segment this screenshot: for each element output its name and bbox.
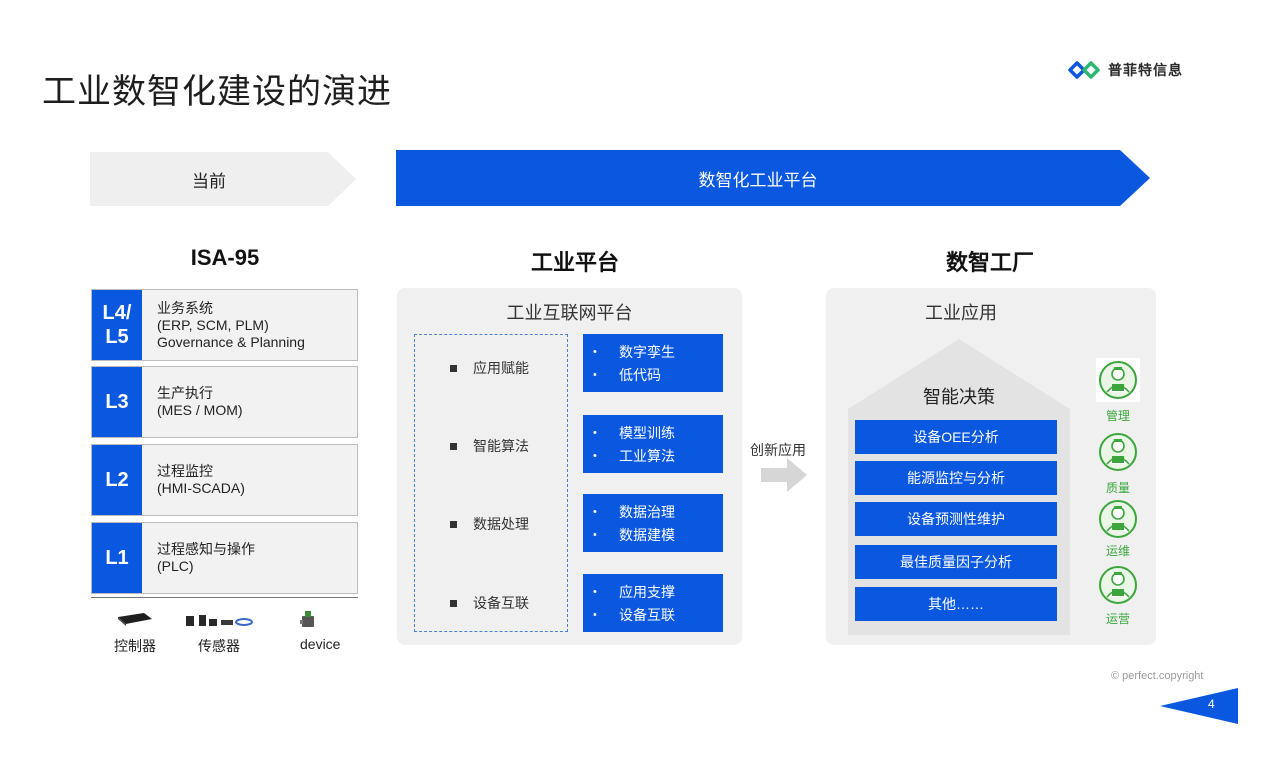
layer-level: L4/ L5: [92, 290, 142, 360]
controller-label: 控制器: [114, 638, 156, 654]
bullet: •: [593, 368, 597, 381]
capability-name: 设备互联: [473, 595, 529, 611]
page-title: 工业数智化建设的演进: [42, 73, 392, 111]
bullet: •: [593, 426, 597, 439]
right-arrow-icon: [761, 458, 807, 492]
isa95-title: ISA-95: [190, 245, 260, 270]
capability-item: 数据处理: [450, 514, 529, 534]
industrial-internet-panel-title: 工业互联网平台: [506, 303, 633, 323]
layer-description: 过程监控 (HMI-SCADA): [157, 445, 245, 515]
isa-layer-l4l5: L4/ L5 业务系统 (ERP, SCM, PLM) Governance &…: [91, 289, 358, 361]
maintenance-icon: [1099, 500, 1137, 538]
layer-desc-line: (ERP, SCM, PLM): [157, 316, 269, 333]
layer-desc-line: 过程感知与操作: [157, 541, 255, 557]
innovation-label: 创新应用: [750, 442, 806, 458]
device-icon: [300, 611, 314, 627]
bullet: •: [593, 528, 597, 541]
application-box: 设备OEE分析: [855, 420, 1057, 454]
logo-icon: [1068, 61, 1100, 79]
bullet: •: [593, 449, 597, 462]
square-bullet-icon: [450, 442, 457, 450]
capability-detail: 工业算法: [619, 447, 675, 464]
capability-detail: 设备互联: [619, 606, 675, 623]
capability-item: 智能算法: [450, 436, 529, 456]
role-label: 运营: [1105, 612, 1130, 626]
industrial-application-panel-title: 工业应用: [925, 303, 997, 323]
bullet: •: [593, 608, 597, 621]
layer-level: L2: [92, 445, 142, 515]
role-label: 质量: [1105, 481, 1130, 495]
square-bullet-icon: [450, 599, 457, 607]
page-number-triangle: [1160, 688, 1238, 724]
square-bullet-icon: [450, 520, 457, 528]
bullet: •: [593, 345, 597, 358]
layer-desc-line: (MES / MOM): [157, 402, 243, 418]
factory-title: 数智工厂: [945, 250, 1034, 275]
capability-detail: 数据建模: [619, 526, 675, 543]
bullet: •: [593, 505, 597, 518]
application-box: 其他……: [855, 587, 1057, 621]
layer-desc-line: 过程监控: [157, 463, 213, 479]
layer-desc-line: (PLC): [157, 558, 194, 574]
sensor-label: 传感器: [198, 638, 240, 654]
capability-detail: 数字孪生: [619, 343, 675, 360]
application-box: 最佳质量因子分析: [855, 545, 1057, 579]
capability-detail: 低代码: [619, 366, 661, 383]
layer-description: 过程感知与操作 (PLC): [157, 523, 255, 593]
capability-detail: 应用支撑: [619, 583, 675, 600]
role-label: 运维: [1105, 544, 1130, 558]
capability-group-border: [414, 334, 568, 632]
quality-icon: [1099, 433, 1137, 471]
role-label: 管理: [1105, 409, 1130, 423]
isa-layer-l2: L2 过程监控 (HMI-SCADA): [91, 444, 358, 516]
capability-detail-box: • 应用支撑 • 设备互联: [583, 574, 723, 632]
isa-layer-l1: L1 过程感知与操作 (PLC): [91, 522, 358, 594]
capability-detail: 数据治理: [619, 503, 675, 520]
layer-level: L3: [92, 367, 142, 437]
square-bullet-icon: [450, 364, 457, 372]
copyright: © perfect.copyright: [1111, 670, 1204, 682]
layer-desc-line: Governance & Planning: [157, 333, 305, 350]
platform-arrow-label: 数智化工业平台: [698, 170, 818, 190]
capability-item: 应用赋能: [450, 358, 529, 378]
logo: 普菲特信息: [1068, 55, 1218, 85]
roof-label: 智能决策: [923, 387, 995, 407]
capability-detail: 模型训练: [619, 424, 675, 441]
isa-layer-l3: L3 生产执行 (MES / MOM): [91, 366, 358, 438]
capability-name: 数据处理: [473, 516, 529, 532]
stack-base-line: [91, 597, 358, 598]
bullet: •: [593, 585, 597, 598]
sensor-icon: [186, 615, 253, 626]
platform-title: 工业平台: [530, 250, 619, 275]
capability-item: 设备互联: [450, 593, 529, 613]
capability-name: 应用赋能: [473, 360, 529, 376]
operations-icon: [1099, 566, 1137, 604]
page-number: 4: [1208, 697, 1215, 711]
current-arrow-label: 当前: [192, 171, 226, 191]
application-box: 设备预测性维护: [855, 502, 1057, 536]
capability-detail-box: • 模型训练 • 工业算法: [583, 415, 723, 473]
layer-level: L1: [92, 523, 142, 593]
controller-icon: [118, 613, 152, 626]
application-box: 能源监控与分析: [855, 461, 1057, 495]
layer-desc-line: 业务系统: [157, 299, 213, 316]
layer-desc-line: (HMI-SCADA): [157, 480, 245, 496]
layer-description: 生产执行 (MES / MOM): [157, 367, 243, 437]
device-label: device: [300, 636, 341, 652]
capability-name: 智能算法: [473, 438, 529, 454]
manager-icon: [1096, 358, 1140, 402]
layer-description: 业务系统 (ERP, SCM, PLM) Governance & Planni…: [157, 290, 305, 360]
layer-desc-line: 生产执行: [157, 385, 213, 401]
capability-detail-box: • 数据治理 • 数据建模: [583, 494, 723, 552]
logo-text: 普菲特信息: [1108, 62, 1183, 78]
capability-detail-box: • 数字孪生 • 低代码: [583, 334, 723, 392]
